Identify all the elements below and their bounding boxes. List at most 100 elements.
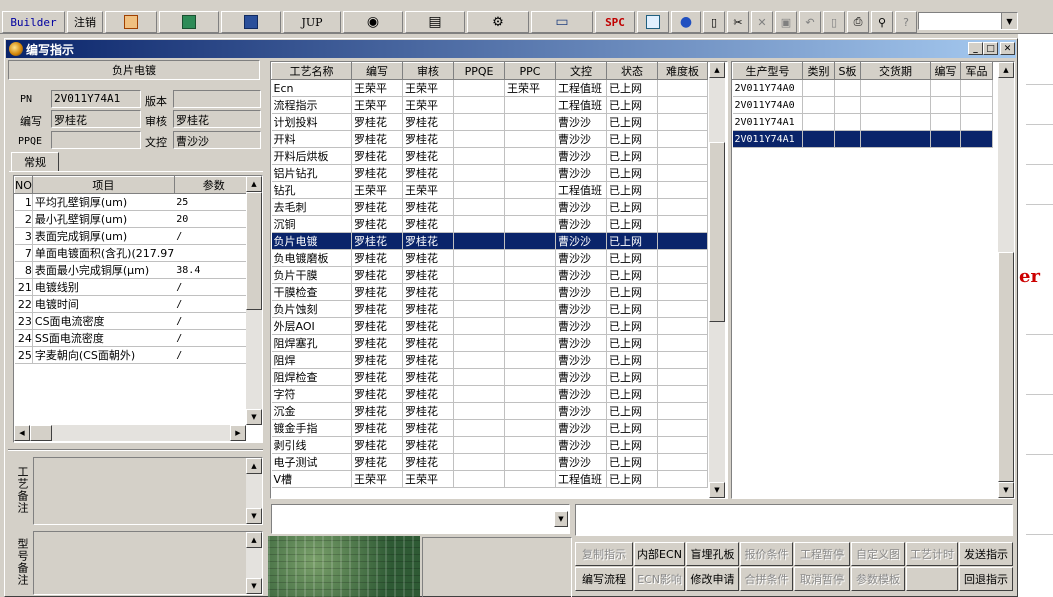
- action-button[interactable]: 复制指示: [575, 542, 633, 566]
- param-column-header[interactable]: 项目: [31, 176, 175, 194]
- excel-button[interactable]: [159, 11, 219, 33]
- hscroll-thumb[interactable]: [30, 425, 52, 441]
- table-row[interactable]: 2V011Y74A1: [732, 130, 993, 148]
- process-memo-field[interactable]: ▲ ▼: [33, 457, 263, 525]
- minimize-button[interactable]: _: [968, 42, 983, 55]
- model-memo-vscroll[interactable]: ▲ ▼: [246, 532, 262, 594]
- table-row[interactable]: 负电镀磨板 罗桂花 罗桂花 曹沙沙 已上网: [271, 249, 708, 267]
- table-row[interactable]: 沉金 罗桂花 罗桂花 曹沙沙 已上网: [271, 402, 708, 420]
- chevron-down-icon[interactable]: ▼: [1001, 13, 1017, 29]
- action-button[interactable]: 盲埋孔板: [686, 542, 739, 566]
- model-memo-field[interactable]: ▲ ▼: [33, 531, 263, 595]
- table-row[interactable]: 去毛刺 罗桂花 罗桂花 曹沙沙 已上网: [271, 198, 708, 216]
- table-row[interactable]: 剥引线 罗桂花 罗桂花 曹沙沙 已上网: [271, 436, 708, 454]
- save-button[interactable]: ▣: [775, 11, 797, 33]
- table-row[interactable]: 阻焊塞孔 罗桂花 罗桂花 曹沙沙 已上网: [271, 334, 708, 352]
- process-column-header[interactable]: 难度板: [657, 62, 708, 80]
- table-row[interactable]: 阻焊检查 罗桂花 罗桂花 曹沙沙 已上网: [271, 368, 708, 386]
- model-column-header[interactable]: S板: [834, 62, 861, 80]
- table-row[interactable]: 7 单面电镀面积(含孔)(217.97: [14, 244, 254, 262]
- scroll-thumb[interactable]: [246, 192, 262, 310]
- action-button[interactable]: ECN影响: [634, 567, 685, 591]
- action-button[interactable]: 工艺计时: [906, 542, 958, 566]
- bottom-text-field[interactable]: [575, 504, 1013, 536]
- office-button[interactable]: [105, 11, 157, 33]
- action-button[interactable]: 编写流程: [575, 567, 633, 591]
- model-column-header[interactable]: 编写: [930, 62, 961, 80]
- table-row[interactable]: 字符 罗桂花 罗桂花 曹沙沙 已上网: [271, 385, 708, 403]
- scroll-right-icon[interactable]: ▶: [230, 425, 246, 441]
- table-row[interactable]: 阻焊 罗桂花 罗桂花 曹沙沙 已上网: [271, 351, 708, 369]
- table-row[interactable]: 2 最小孔壁铜厚(um) 20: [14, 210, 254, 228]
- maximize-button[interactable]: □: [983, 42, 998, 55]
- scroll-left-icon[interactable]: ◀: [14, 425, 30, 441]
- action-button[interactable]: 报价条件: [740, 542, 793, 566]
- word-button[interactable]: [221, 11, 281, 33]
- process-column-header[interactable]: PPC: [504, 62, 556, 80]
- scroll-up-icon[interactable]: ▲: [998, 62, 1014, 78]
- logout-button[interactable]: 注销: [67, 11, 103, 33]
- scroll-thumb[interactable]: [998, 252, 1014, 482]
- scroll-down-icon[interactable]: ▼: [246, 409, 262, 425]
- table-row[interactable]: 1 平均孔壁铜厚(um) 25: [14, 193, 254, 211]
- table-row[interactable]: 流程指示 王荣平 王荣平 工程值班 已上网: [271, 96, 708, 114]
- database-button[interactable]: ▤: [405, 11, 465, 33]
- table-row[interactable]: 外层AOI 罗桂花 罗桂花 曹沙沙 已上网: [271, 317, 708, 335]
- help-button[interactable]: ?: [895, 11, 917, 33]
- model-column-header[interactable]: 交货期: [860, 62, 931, 80]
- action-button[interactable]: 工程暂停: [794, 542, 850, 566]
- param-column-header[interactable]: 参数: [173, 176, 254, 194]
- action-button[interactable]: 合拼条件: [740, 567, 793, 591]
- scroll-down-icon[interactable]: ▼: [998, 482, 1014, 498]
- action-button[interactable]: 取消暂停: [794, 567, 850, 591]
- table-row[interactable]: 沉铜 罗桂花 罗桂花 曹沙沙 已上网: [271, 215, 708, 233]
- action-button[interactable]: [906, 567, 958, 591]
- table-row[interactable]: 25 字麦朝向(CS面朝外) /: [14, 346, 254, 364]
- process-column-header[interactable]: 文控: [555, 62, 607, 80]
- title-bar[interactable]: 编写指示 _ □ ✕: [6, 40, 1016, 58]
- model-column-header[interactable]: 军品: [960, 62, 993, 80]
- process-column-header[interactable]: 审核: [402, 62, 454, 80]
- table-row[interactable]: 负片蚀刻 罗桂花 罗桂花 曹沙沙 已上网: [271, 300, 708, 318]
- internet-button[interactable]: ●: [671, 11, 701, 33]
- table-row[interactable]: 电子测试 罗桂花 罗桂花 曹沙沙 已上网: [271, 453, 708, 471]
- scroll-up-icon[interactable]: ▲: [246, 532, 262, 548]
- find-button[interactable]: ⚲: [871, 11, 893, 33]
- delete-button[interactable]: ✕: [751, 11, 773, 33]
- scroll-up-icon[interactable]: ▲: [246, 176, 262, 192]
- process-column-header[interactable]: 编写: [351, 62, 403, 80]
- table-row[interactable]: V槽 王荣平 王荣平 工程值班 已上网: [271, 470, 708, 488]
- action-button[interactable]: 内部ECN: [634, 542, 685, 566]
- calendar-button[interactable]: [637, 11, 669, 33]
- action-button[interactable]: 自定义图: [851, 542, 905, 566]
- table-row[interactable]: 2V011Y74A0: [732, 96, 993, 114]
- new-file-button[interactable]: ▯: [703, 11, 725, 33]
- scroll-up-icon[interactable]: ▲: [246, 458, 262, 474]
- undo-button[interactable]: ↶: [799, 11, 821, 33]
- builder-button[interactable]: Builder: [2, 11, 65, 33]
- model-column-header[interactable]: 类别: [802, 62, 835, 80]
- process-column-header[interactable]: 工艺名称: [271, 62, 352, 80]
- computer-button[interactable]: ▭: [531, 11, 593, 33]
- print-button[interactable]: ⎙: [847, 11, 869, 33]
- table-row[interactable]: 开料 罗桂花 罗桂花 曹沙沙 已上网: [271, 130, 708, 148]
- param-column-header[interactable]: NO: [14, 176, 33, 194]
- table-row[interactable]: 负片干膜 罗桂花 罗桂花 曹沙沙 已上网: [271, 266, 708, 284]
- table-row[interactable]: 3 表面完成铜厚(um) /: [14, 227, 254, 245]
- process-column-header[interactable]: PPQE: [453, 62, 505, 80]
- action-button[interactable]: 回退指示: [959, 567, 1013, 591]
- action-button[interactable]: 修改申请: [686, 567, 739, 591]
- scroll-down-icon[interactable]: ▼: [246, 578, 262, 594]
- table-row[interactable]: 镀金手指 罗桂花 罗桂花 曹沙沙 已上网: [271, 419, 708, 437]
- chevron-down-icon[interactable]: ▼: [554, 511, 568, 527]
- cut-button[interactable]: ✂: [727, 11, 749, 33]
- parameter-grid-hscroll[interactable]: ◀ ▶: [14, 425, 246, 441]
- table-row[interactable]: 8 表面最小完成铜厚(μm) 38.4: [14, 261, 254, 279]
- process-memo-vscroll[interactable]: ▲ ▼: [246, 458, 262, 524]
- table-row[interactable]: 钻孔 王荣平 王荣平 工程值班 已上网: [271, 181, 708, 199]
- preview-button[interactable]: ▯: [823, 11, 845, 33]
- table-row[interactable]: 计划投料 罗桂花 罗桂花 曹沙沙 已上网: [271, 113, 708, 131]
- network-button[interactable]: ⚙: [467, 11, 529, 33]
- table-row[interactable]: 铝片钻孔 罗桂花 罗桂花 曹沙沙 已上网: [271, 164, 708, 182]
- action-button[interactable]: 发送指示: [959, 542, 1013, 566]
